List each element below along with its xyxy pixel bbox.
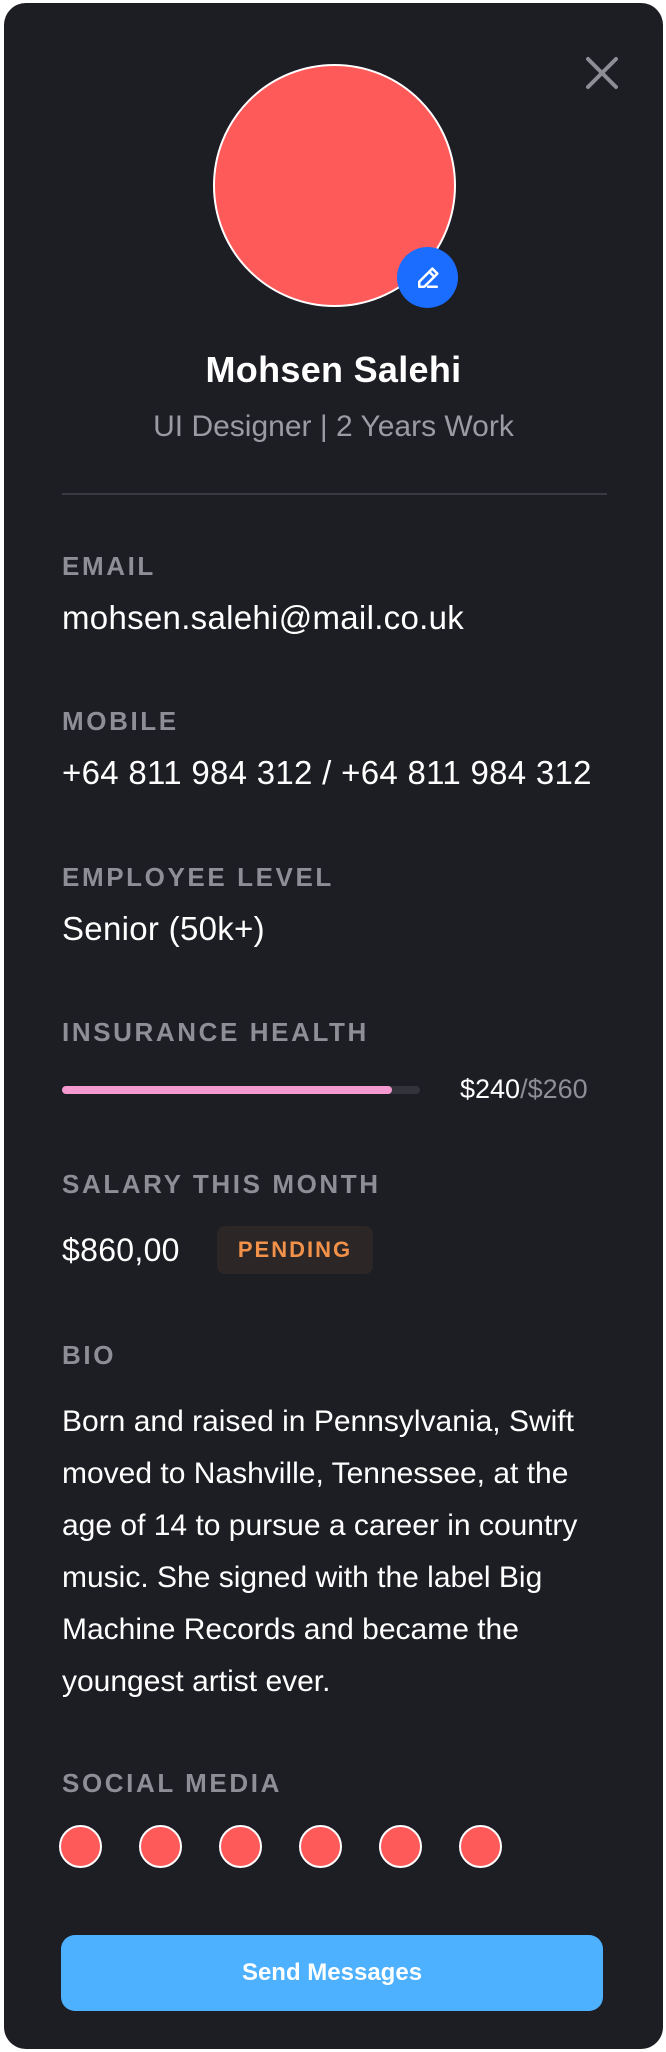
social-link-1[interactable] bbox=[59, 1825, 102, 1868]
social-link-4[interactable] bbox=[299, 1825, 342, 1868]
mobile-label: MOBILE bbox=[62, 706, 179, 736]
close-button[interactable] bbox=[580, 51, 624, 95]
insurance-current: $240 bbox=[460, 1074, 521, 1104]
divider bbox=[62, 493, 607, 495]
salary-label: SALARY THIS MONTH bbox=[62, 1169, 381, 1199]
mobile-value: +64 811 984 312 / +64 811 984 312 bbox=[62, 754, 592, 791]
email-label: EMAIL bbox=[62, 551, 156, 581]
social-link-6[interactable] bbox=[459, 1825, 502, 1868]
bio-text: Born and raised in Pennsylvania, Swift m… bbox=[62, 1405, 578, 1698]
insurance-progress-bar bbox=[62, 1086, 420, 1094]
social-link-5[interactable] bbox=[379, 1825, 422, 1868]
social-link-3[interactable] bbox=[219, 1825, 262, 1868]
pencil-icon bbox=[417, 266, 439, 288]
employee-level-value: Senior (50k+) bbox=[62, 910, 265, 947]
edit-avatar-button[interactable] bbox=[397, 247, 458, 308]
salary-value: $860,00 bbox=[62, 1232, 180, 1268]
insurance-amount: $240/$260 bbox=[460, 1074, 588, 1105]
email-value: mohsen.salehi@mail.co.uk bbox=[62, 599, 465, 636]
close-icon bbox=[586, 57, 618, 89]
insurance-label: INSURANCE HEALTH bbox=[62, 1017, 369, 1047]
insurance-max: /$260 bbox=[520, 1074, 588, 1104]
profile-card: Mohsen Salehi UI Designer | 2 Years Work… bbox=[4, 3, 663, 2049]
social-link-2[interactable] bbox=[139, 1825, 182, 1868]
social-media-label: SOCIAL MEDIA bbox=[62, 1768, 282, 1798]
profile-role: UI Designer | 2 Years Work bbox=[153, 410, 514, 443]
bio-label: BIO bbox=[62, 1340, 117, 1370]
insurance-progress-fill bbox=[62, 1086, 393, 1094]
profile-name: Mohsen Salehi bbox=[205, 349, 462, 390]
employee-level-label: EMPLOYEE LEVEL bbox=[62, 862, 334, 892]
status-badge: PENDING bbox=[217, 1226, 373, 1274]
send-messages-button[interactable]: Send Messages bbox=[61, 1935, 603, 2011]
